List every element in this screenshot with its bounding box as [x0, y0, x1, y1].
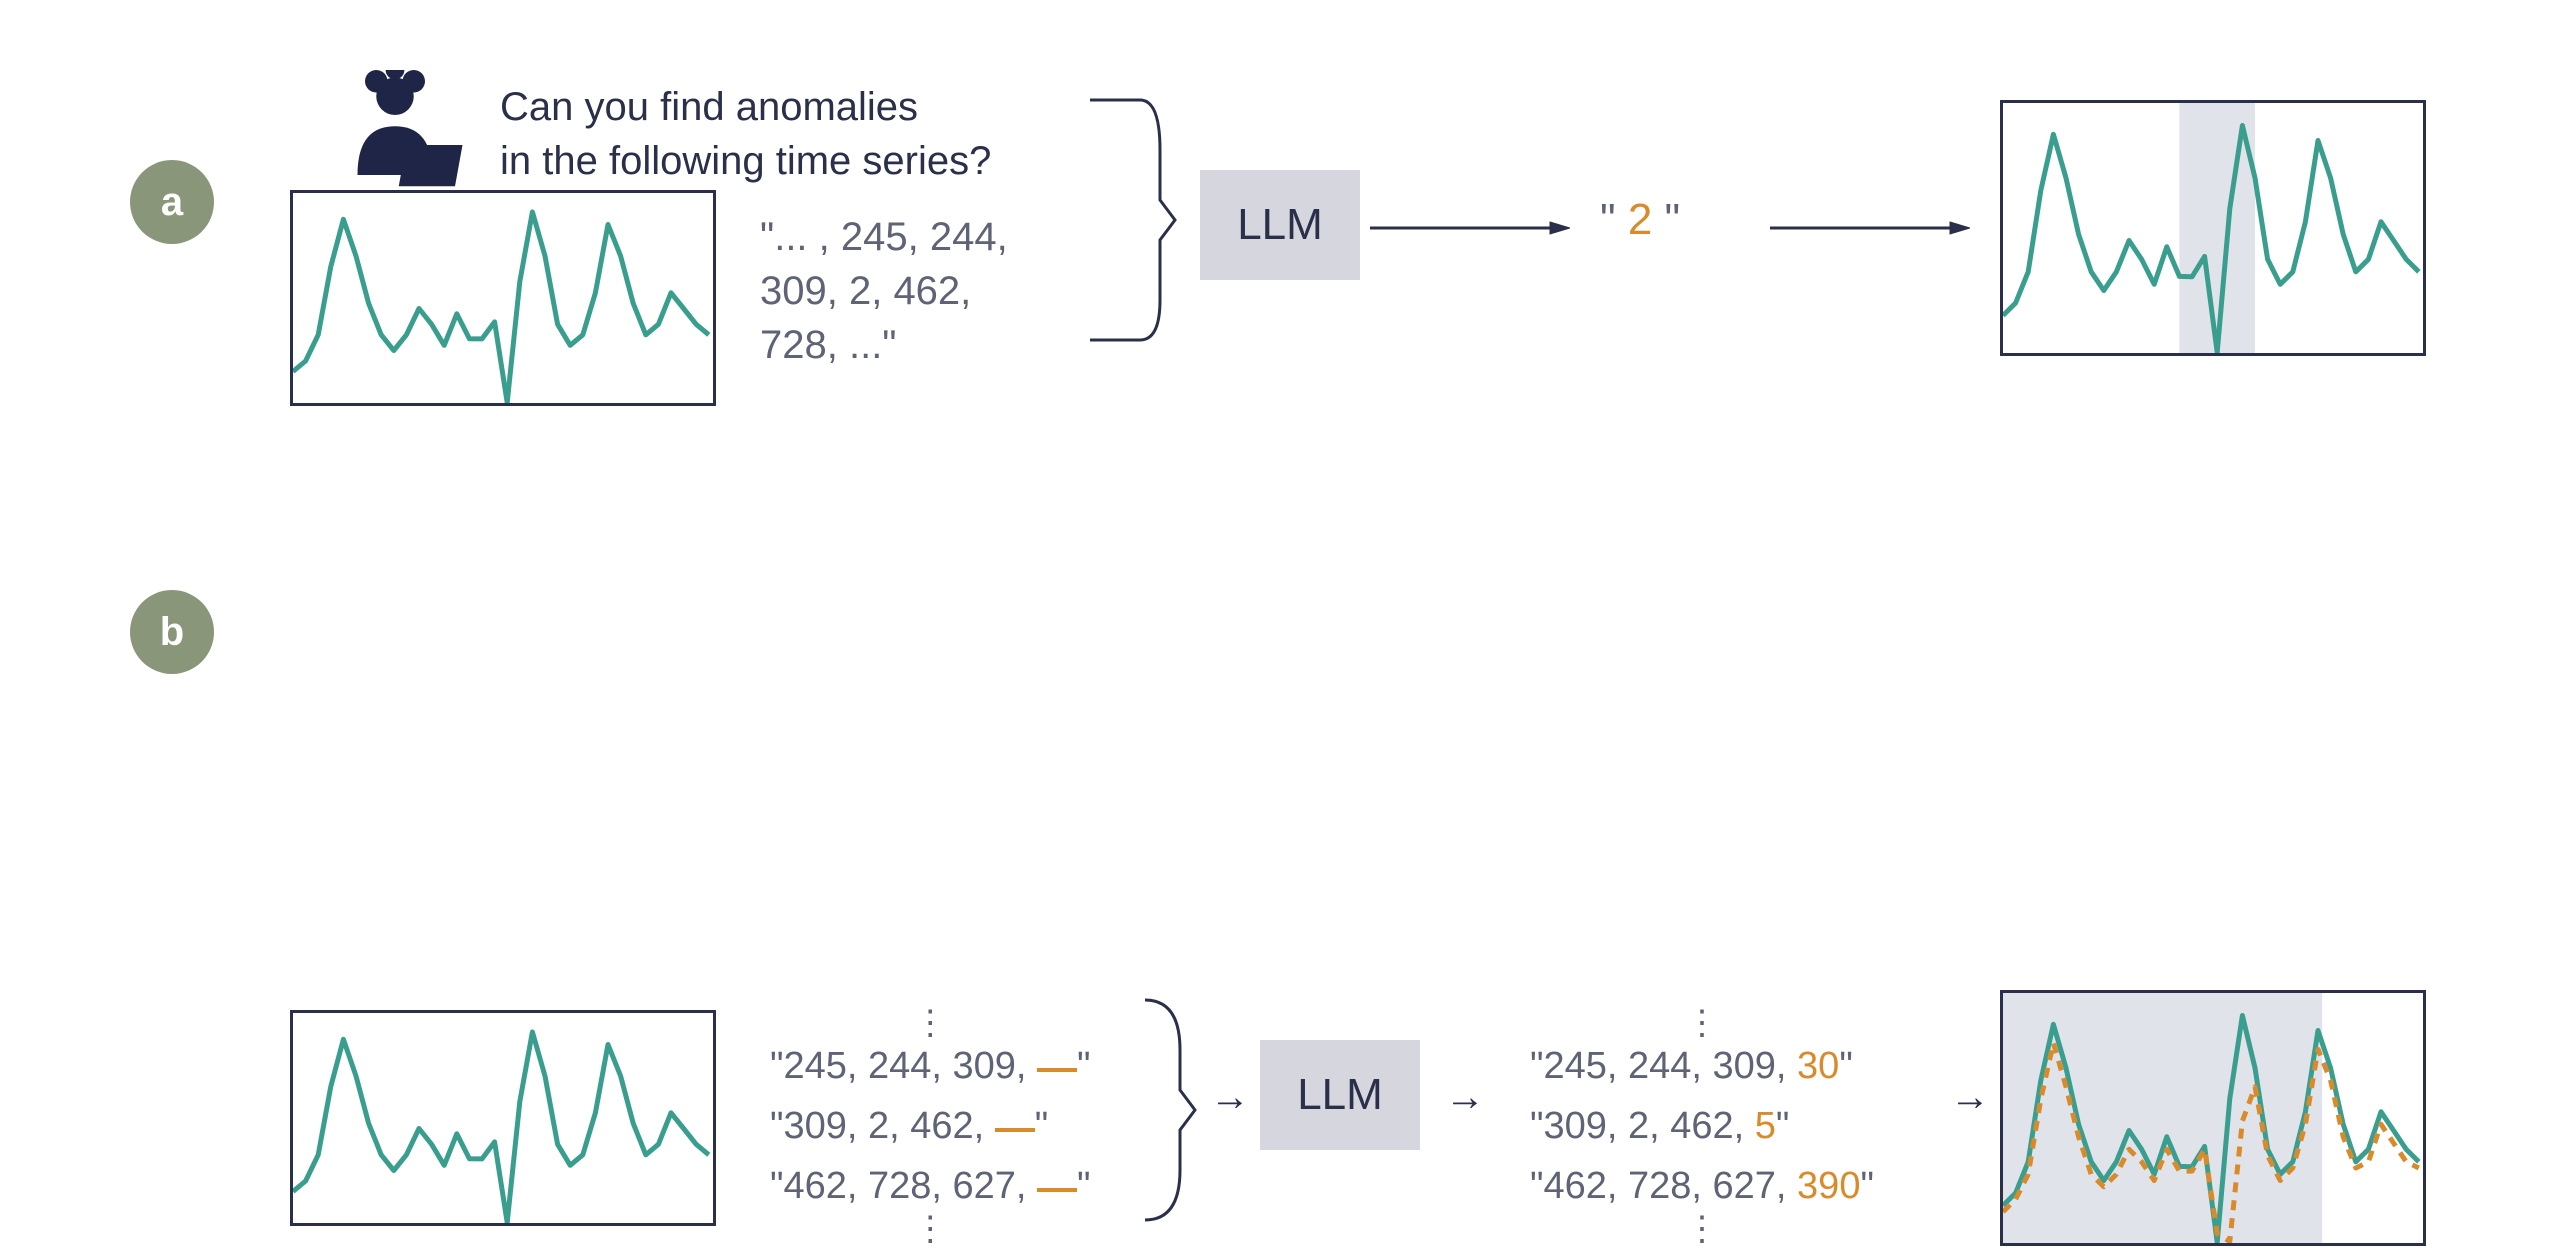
input-timeseries-chart-b [290, 1010, 716, 1226]
row-a: Can you find anomalies in the following … [0, 40, 2550, 400]
list-item: "309, 2, 462, 5" [1530, 1096, 1874, 1156]
blank-slot-icon [1037, 1068, 1077, 1072]
merge-bracket-a [1080, 90, 1180, 350]
llm-output-a: " 2 " [1600, 195, 1680, 245]
llm-box-b: LLM [1260, 1040, 1420, 1150]
input-sequence-text-a: "... , 245, 244, 309, 2, 462, 728, ..." [760, 210, 1008, 372]
list-item: "309, 2, 462, " [770, 1096, 1091, 1156]
user-prompt: Can you find anomalies in the following … [500, 80, 991, 188]
arrow-right-icon: → [1950, 1075, 1990, 1120]
prompt-line1: Can you find anomalies [500, 80, 991, 134]
vdots-icon: ⋮ [770, 1216, 1091, 1242]
list-item: "245, 244, 309, 30" [1530, 1036, 1874, 1096]
blank-slot-icon [995, 1128, 1035, 1132]
llm-output-value-a: 2 [1628, 195, 1652, 244]
output-timeseries-chart-b [2000, 990, 2426, 1246]
list-item: "245, 244, 309, " [770, 1036, 1091, 1096]
prompt-line2: in the following time series? [500, 134, 991, 188]
input-windows-list: ⋮ "245, 244, 309, " "309, 2, 462, " "462… [770, 1010, 1091, 1242]
output-timeseries-chart-a [2000, 100, 2426, 356]
blank-slot-icon [1037, 1188, 1077, 1192]
diagram-canvas: a Can you find anomalies in the followin… [0, 0, 2550, 852]
arrow-right-icon: → [1210, 1075, 1250, 1120]
vdots-icon: ⋮ [1530, 1010, 1874, 1036]
llm-box-a: LLM [1200, 170, 1360, 280]
merge-bracket-b [1140, 990, 1200, 1230]
vdots-icon: ⋮ [770, 1010, 1091, 1036]
quote-close: " [1652, 195, 1680, 244]
list-item: "462, 728, 627, 390" [1530, 1156, 1874, 1216]
output-windows-list: ⋮ "245, 244, 309, 30" "309, 2, 462, 5" "… [1530, 1010, 1874, 1242]
input-timeseries-chart-a [290, 190, 716, 406]
arrow-right-icon: → [1445, 1075, 1485, 1120]
quote-open: " [1600, 195, 1628, 244]
user-icon [350, 70, 470, 190]
arrow-llm-to-output-a [1370, 218, 1570, 238]
row-b: ⋮ "245, 244, 309, " "309, 2, 462, " "462… [0, 500, 2550, 800]
list-item: "462, 728, 627, " [770, 1156, 1091, 1216]
vdots-icon: ⋮ [1530, 1216, 1874, 1242]
arrow-output-to-chart-a [1770, 218, 1970, 238]
